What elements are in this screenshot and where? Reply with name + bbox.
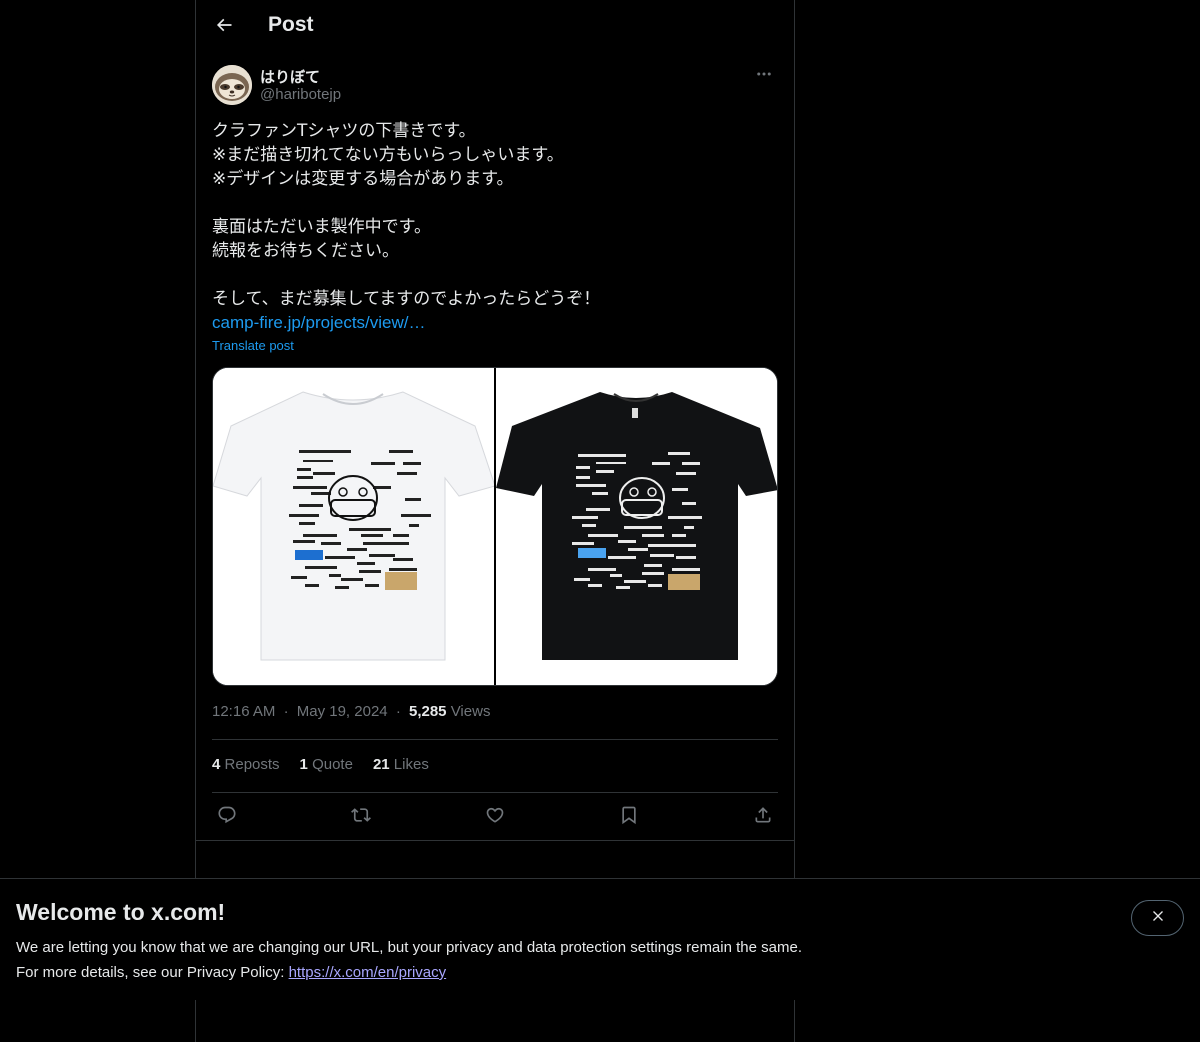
- post-text-line: クラファンTシャツの下書きです。: [212, 121, 476, 141]
- share-button[interactable]: [748, 802, 778, 832]
- reposts-count: 4: [212, 756, 221, 773]
- post-text: クラファンTシャツの下書きです。 ※まだ描き切れてない方もいらっしゃいます。 ※…: [212, 119, 778, 335]
- post-text-line: ※まだ描き切れてない方もいらっしゃいます。: [212, 145, 564, 165]
- banner-title: Welcome to x.com!: [16, 899, 226, 925]
- post-author: はりぼて @haribotejp: [212, 64, 778, 108]
- back-button[interactable]: [208, 11, 240, 43]
- author-handle[interactable]: @haribotejp: [260, 86, 341, 103]
- privacy-policy-link[interactable]: https://x.com/en/privacy: [289, 964, 447, 981]
- post-text-line: 続報をお待ちください。: [212, 241, 399, 261]
- banner-line-2-prefix: For more details, see our Privacy Policy…: [16, 964, 289, 981]
- reply-icon: [217, 805, 237, 830]
- media-image-white-shirt[interactable]: [213, 368, 496, 685]
- likes-label: Likes: [393, 756, 429, 773]
- banner-line-1: We are letting you know that we are chan…: [16, 939, 802, 956]
- likes-count: 21: [372, 756, 390, 773]
- black-tshirt-image: [496, 368, 777, 685]
- reply-button[interactable]: [212, 802, 242, 832]
- close-icon: [1150, 908, 1166, 929]
- repost-icon: [351, 805, 371, 830]
- translate-post-button[interactable]: Translate post: [212, 338, 294, 353]
- post-header: Post: [196, 0, 794, 54]
- sloth-avatar-icon: [212, 65, 252, 105]
- quotes-stat[interactable]: 1 Quote: [300, 756, 353, 773]
- views-count: 5,285: [408, 703, 447, 720]
- post-link[interactable]: camp-fire.jp/projects/view/…: [212, 311, 778, 335]
- author-display-name[interactable]: はりぼて: [260, 66, 320, 87]
- reposts-label: Reposts: [224, 756, 280, 773]
- arrow-left-icon: [214, 15, 234, 40]
- close-banner-button[interactable]: [1131, 900, 1184, 936]
- post-text-line: ※デザインは変更する場合があります。: [212, 169, 514, 189]
- heart-icon: [485, 805, 505, 830]
- post-date[interactable]: May 19, 2024: [297, 703, 388, 720]
- bookmark-button[interactable]: [614, 802, 644, 832]
- post-text-line: [212, 263, 778, 287]
- banner-line-2: For more details, see our Privacy Policy…: [16, 960, 802, 985]
- views-label: Views: [450, 703, 491, 720]
- like-button[interactable]: [480, 802, 510, 832]
- post-actions: [212, 802, 778, 832]
- meta-separator: ·: [395, 703, 401, 720]
- divider: [212, 739, 778, 740]
- post-text-line: 裏面はただいま製作中です。: [212, 217, 431, 237]
- welcome-banner: Welcome to x.com! We are letting you kno…: [0, 878, 1200, 1000]
- media-image-black-shirt[interactable]: [496, 368, 777, 685]
- post-text-line: そして、まだ募集してますのでよかったらどうぞ！: [212, 289, 601, 309]
- post-meta: 12:16 AM · May 19, 2024 · 5,285 Views: [212, 703, 490, 720]
- more-options-button[interactable]: [750, 64, 778, 88]
- divider: [212, 792, 778, 793]
- bookmark-icon: [619, 805, 639, 830]
- media-grid: [212, 367, 778, 686]
- meta-separator: ·: [283, 703, 289, 720]
- reposts-stat[interactable]: 4 Reposts: [212, 756, 280, 773]
- repost-button[interactable]: [346, 802, 376, 832]
- more-horizontal-icon: [755, 65, 773, 88]
- divider: [196, 840, 794, 841]
- share-icon: [753, 805, 773, 830]
- white-tshirt-image: [213, 368, 496, 685]
- page-title: Post: [268, 13, 314, 36]
- post-stats: 4 Reposts 1 Quote 21 Likes: [212, 756, 429, 773]
- post-time[interactable]: 12:16 AM: [212, 703, 275, 720]
- avatar[interactable]: [212, 65, 252, 105]
- likes-stat[interactable]: 21 Likes: [373, 756, 429, 773]
- quotes-label: Quote: [312, 756, 353, 773]
- quotes-count: 1: [299, 756, 308, 773]
- banner-message: We are letting you know that we are chan…: [16, 935, 802, 985]
- post-text-line: [212, 191, 778, 215]
